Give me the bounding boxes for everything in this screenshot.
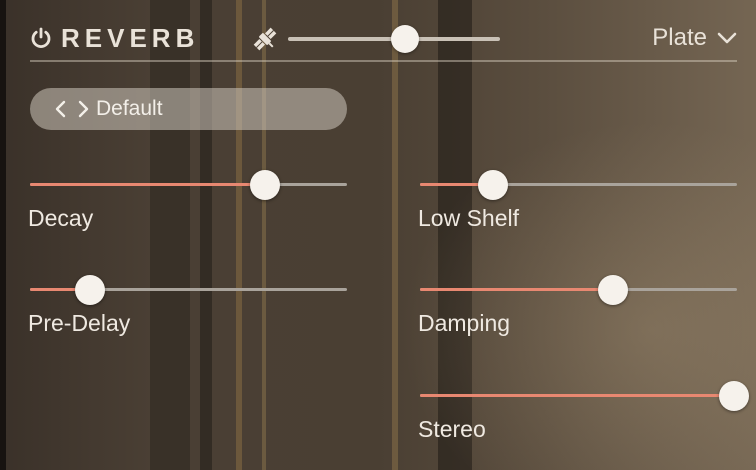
previous-preset-button[interactable]	[54, 99, 68, 119]
slider-knob[interactable]	[250, 170, 280, 200]
decay-control: Decay	[28, 167, 347, 257]
header: REVERB Plate	[30, 18, 737, 62]
slider-knob[interactable]	[719, 381, 749, 411]
low-shelf-label: Low Shelf	[418, 205, 520, 231]
decay-slider[interactable]	[30, 167, 347, 201]
chevron-right-icon	[78, 100, 89, 118]
next-preset-button[interactable]	[76, 99, 90, 119]
low-shelf-control: Low Shelf	[418, 167, 737, 257]
satellite-icon	[253, 27, 277, 51]
stereo-label: Stereo	[418, 416, 486, 442]
left-edge	[0, 0, 6, 470]
preset-name: Default	[96, 97, 163, 120]
reverb-type-label: Plate	[652, 24, 707, 51]
slider-knob[interactable]	[598, 275, 628, 305]
reverb-type-dropdown[interactable]: Plate	[652, 24, 737, 52]
slider-knob[interactable]	[75, 275, 105, 305]
damping-slider[interactable]	[420, 272, 737, 306]
chevron-down-icon	[717, 32, 737, 44]
plugin-title: REVERB	[61, 23, 200, 53]
pre-delay-control: Pre-Delay	[28, 272, 347, 362]
pre-delay-slider[interactable]	[30, 272, 347, 306]
slider-fill	[30, 183, 265, 186]
damping-control: Damping	[418, 272, 737, 362]
damping-label: Damping	[418, 310, 511, 336]
stereo-control: Stereo	[418, 378, 749, 468]
slider-fill	[420, 288, 613, 291]
decay-label: Decay	[28, 205, 94, 231]
power-button[interactable]	[30, 27, 52, 49]
header-divider	[30, 60, 737, 62]
slider-fill	[420, 394, 734, 397]
stereo-slider[interactable]	[420, 378, 749, 412]
mix-knob[interactable]	[391, 25, 419, 53]
power-icon	[31, 27, 51, 48]
low-shelf-slider[interactable]	[420, 167, 737, 201]
slider-knob[interactable]	[478, 170, 508, 200]
satellite-button[interactable]	[250, 24, 280, 54]
chevron-left-icon	[55, 100, 66, 118]
mix-slider[interactable]	[288, 25, 500, 53]
pre-delay-label: Pre-Delay	[28, 310, 131, 336]
preset-selector[interactable]: Default	[30, 88, 347, 130]
